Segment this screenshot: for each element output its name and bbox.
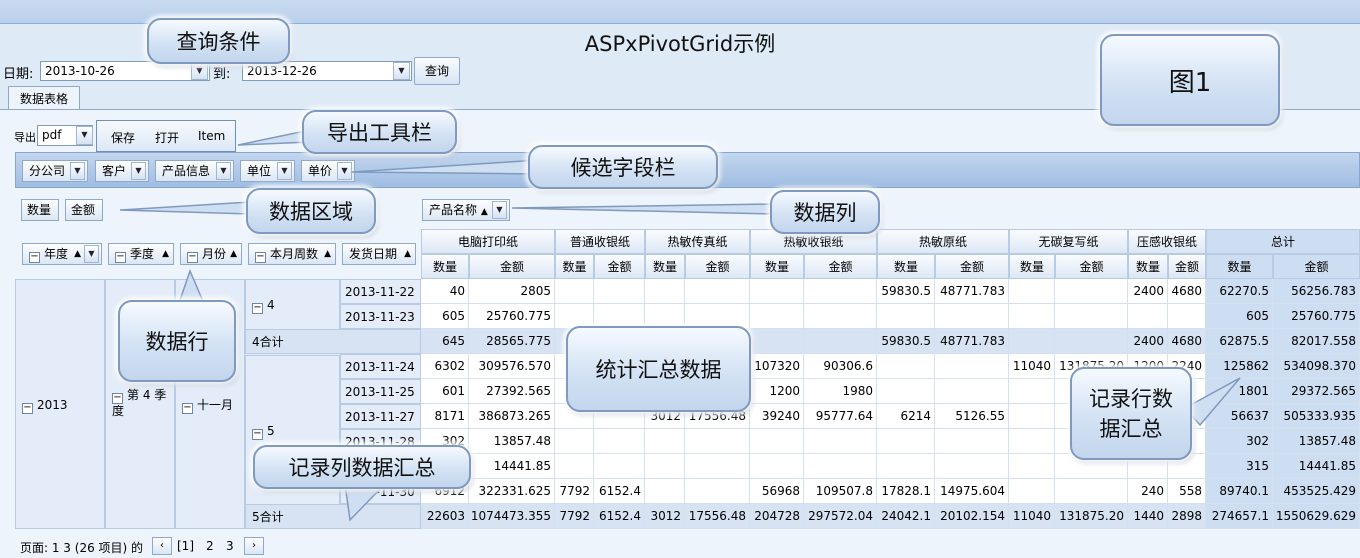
pointer-filter	[351, 159, 541, 175]
callout-data-area: 数据区域	[246, 188, 376, 234]
callout-row-total: 记录行数 据汇总	[1070, 367, 1192, 460]
pointer-export	[237, 129, 311, 146]
callout-query: 查询条件	[147, 18, 290, 64]
callout-data-row: 数据行	[118, 300, 236, 382]
pointer-row-total	[1183, 377, 1241, 427]
callout-filter-bar: 候选字段栏	[528, 145, 718, 189]
pointer-col-total	[344, 483, 387, 522]
pointer-data-col	[511, 203, 776, 215]
callout-fig: 图1	[1100, 34, 1280, 126]
callout-export-toolbar: 导出工具栏	[302, 110, 457, 154]
callout-summary: 统计汇总数据	[566, 326, 751, 412]
callout-data-col: 数据列	[770, 190, 880, 234]
callout-col-total: 记录列数据汇总	[253, 445, 471, 489]
pointer-data-area	[119, 201, 251, 215]
